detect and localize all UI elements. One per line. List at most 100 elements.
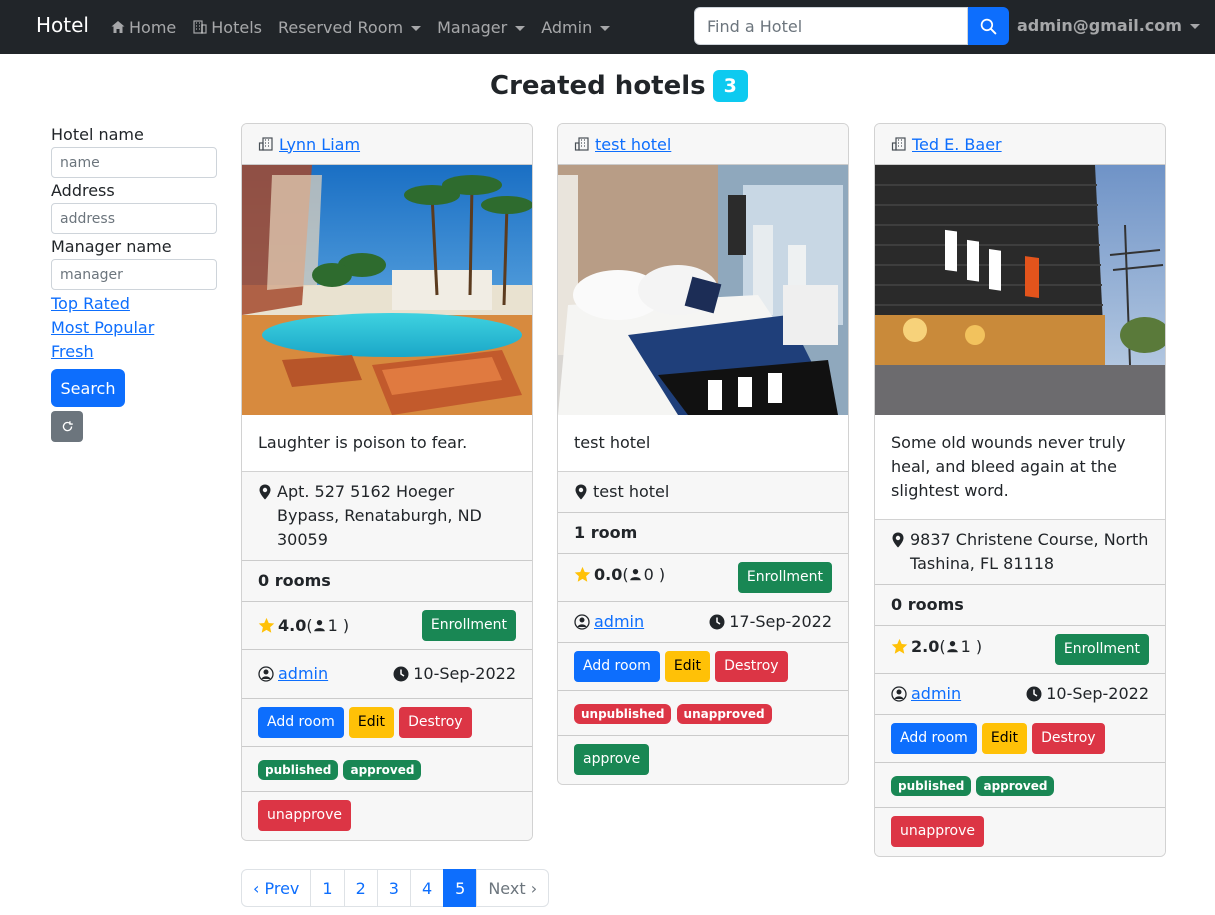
hotel-address: Apt. 527 5162 Hoeger Bypass, Renataburgh… [277,482,482,549]
nav-manager-dropdown[interactable]: Manager [437,18,526,37]
hotel-description: Some old wounds never truly heal, and bl… [875,415,1165,520]
hotel-description: Laughter is poison to fear. [242,415,532,472]
star-icon [258,617,275,633]
room-count: 0 rooms [875,585,1165,626]
pagination: ‹ Prev 1 2 3 4 5 Next › [241,869,550,907]
nav-hotels[interactable]: Hotels [192,18,262,37]
hotel-card: Ted E. Baer Some old wounds never truly … [874,123,1166,857]
address-label: Address [51,181,115,200]
building-icon [574,137,589,151]
location-pin-icon [892,532,904,548]
hotel-bedroom-image [558,165,848,415]
created-date-value: 10-Sep-2022 [413,664,516,683]
fresh-link[interactable]: Fresh [51,340,217,364]
page-1[interactable]: 1 [310,869,345,907]
star-icon [574,566,591,582]
nav-hotels-label: Hotels [211,17,262,37]
owner-link[interactable]: admin [278,662,328,686]
approval-row: unapprove [242,792,532,840]
owner: admin [574,610,644,634]
nav-home[interactable]: Home [110,18,176,37]
unapprove-button[interactable]: unapprove [258,800,352,831]
enrollment-button[interactable]: Enrollment [421,610,516,641]
building-icon [193,20,207,34]
page-4[interactable]: 4 [409,869,445,907]
room-count: 1 room [558,513,848,554]
navbar: Hotel Home Hotels Reserved Room Manager … [0,0,1215,54]
add-room-button[interactable]: Add room [891,723,977,754]
page-5-current[interactable]: 5 [443,869,478,907]
created-date: 17-Sep-2022 [709,610,832,634]
unapprove-button[interactable]: unapprove [891,816,985,847]
nav-reserved-label: Reserved Room [277,17,404,37]
edit-button[interactable]: Edit [664,651,710,682]
brand[interactable]: Hotel [36,13,89,37]
address-row: test hotel [558,472,848,513]
page-3[interactable]: 3 [376,869,411,907]
caret-down-icon [515,25,526,31]
hotel-name-link[interactable]: Lynn Liam [279,135,360,154]
add-room-button[interactable]: Add room [574,651,660,682]
edit-button[interactable]: Edit [348,707,394,738]
nav-admin-dropdown[interactable]: Admin [541,17,611,37]
rating-value: 2.0 [911,636,940,656]
add-room-button[interactable]: Add room [258,707,344,738]
action-buttons: Add room Edit Destroy [242,699,532,747]
nav-reserved-dropdown[interactable]: Reserved Room [277,17,422,37]
user-circle-icon [258,666,274,682]
enrollment-button[interactable]: Enrollment [737,562,832,593]
user-circle-icon [891,686,907,702]
rating-value: 4.0 [278,615,307,635]
destroy-button[interactable]: Destroy [715,651,788,682]
owner-link[interactable]: admin [911,682,961,706]
destroy-button[interactable]: Destroy [1032,723,1105,754]
approve-button[interactable]: approve [574,744,650,775]
page-title: Created hotels [490,71,706,101]
owner-row: admin 10-Sep-2022 [875,674,1165,715]
room-count: 0 rooms [242,561,532,602]
enrollment-button[interactable]: Enrollment [1054,634,1149,665]
owner-link[interactable]: admin [594,610,644,634]
status-badge: unapproved [676,704,772,724]
user-menu-dropdown[interactable]: admin@gmail.com [1017,16,1200,35]
filter-search-button[interactable]: Search [51,369,125,407]
prev-page[interactable]: ‹ Prev [241,869,312,907]
search-button[interactable] [968,7,1009,45]
nav-admin-label: Admin [541,17,593,37]
reset-button[interactable] [51,411,83,442]
created-date-value: 17-Sep-2022 [729,612,832,631]
page-2[interactable]: 2 [343,869,378,907]
owner-row: admin 17-Sep-2022 [558,602,848,643]
edit-button[interactable]: Edit [981,723,1027,754]
status-badge: published [258,760,339,780]
user-icon [629,568,641,581]
hotel-name-link[interactable]: test hotel [595,135,671,154]
rating: 2.0(1 ) [891,635,982,659]
status-badge: approved [976,776,1055,796]
status-badge: unpublished [574,704,672,724]
hotel-name-link[interactable]: Ted E. Baer [912,135,1002,154]
user-icon [313,619,325,632]
hotel-address: 9837 Christene Course, North Tashina, FL… [910,530,1149,573]
location-pin-icon [259,484,271,500]
status-badge: published [891,776,972,796]
review-count: 1 [960,636,971,656]
star-icon [891,638,908,654]
user-icon [946,640,958,653]
manager-name-field[interactable] [51,259,217,290]
filter-sidebar: Hotel name Address Manager name Top Rate… [51,124,217,442]
hotel-name-field[interactable] [51,147,217,178]
card-header: test hotel [558,124,848,165]
next-page: Next › [476,869,550,907]
user-circle-icon [574,614,590,630]
status-badge: approved [343,760,422,780]
destroy-button[interactable]: Destroy [399,707,472,738]
rating: 4.0(1 ) [258,614,349,638]
building-icon [258,137,273,151]
hotel-card: Lynn Liam Laughter is poison to fear. Ap… [241,123,533,841]
address-field[interactable] [51,203,217,234]
search-input[interactable] [694,7,968,45]
top-rated-link[interactable]: Top Rated [51,292,217,316]
most-popular-link[interactable]: Most Popular [51,316,217,340]
caret-down-icon [600,25,611,31]
